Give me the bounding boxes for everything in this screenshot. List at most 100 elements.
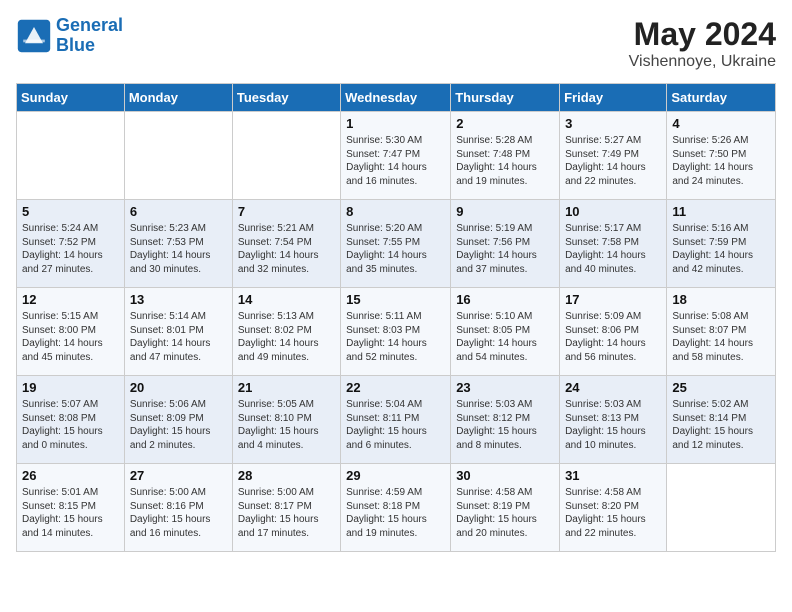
calendar-cell: 4 Sunrise: 5:26 AM Sunset: 7:50 PM Daylig… (667, 112, 776, 200)
calendar-cell: 28Sunrise: 5:00 AM Sunset: 8:17 PM Dayli… (232, 464, 340, 552)
logo-line1: General (56, 15, 123, 35)
cell-info: Sunrise: 5:19 AM Sunset: 7:56 PM Dayligh… (456, 222, 554, 276)
calendar-cell: 8 Sunrise: 5:20 AM Sunset: 7:55 PM Daylig… (341, 200, 451, 288)
calendar-table: SundayMondayTuesdayWednesdayThursdayFrid… (16, 83, 776, 552)
cell-info: Sunrise: 5:09 AM Sunset: 8:06 PM Dayligh… (565, 310, 661, 364)
calendar-cell: 14 Sunrise: 5:13 AM Sunset: 8:02 PM Dayli… (232, 288, 340, 376)
day-number: 14 (238, 292, 335, 307)
cell-info: Sunrise: 5:04 AM Sunset: 8:11 PM Dayligh… (346, 398, 445, 452)
calendar-cell: 19 Sunrise: 5:07 AM Sunset: 8:08 PM Dayli… (17, 376, 125, 464)
cell-info: Sunrise: 5:26 AM Sunset: 7:50 PM Dayligh… (672, 134, 770, 188)
logo: General Blue (16, 16, 123, 56)
day-number: 10 (565, 204, 661, 219)
calendar-cell: 13Sunrise: 5:14 AM Sunset: 8:01 PM Dayli… (124, 288, 232, 376)
calendar-week-row: 12 Sunrise: 5:15 AM Sunset: 8:00 PM Dayli… (17, 288, 776, 376)
calendar-cell: 20Sunrise: 5:06 AM Sunset: 8:09 PM Dayli… (124, 376, 232, 464)
day-number: 1 (346, 116, 445, 131)
calendar-week-row: 1 Sunrise: 5:30 AM Sunset: 7:47 PM Daylig… (17, 112, 776, 200)
calendar-cell: 9Sunrise: 5:19 AM Sunset: 7:56 PM Daylig… (451, 200, 560, 288)
cell-info: Sunrise: 5:28 AM Sunset: 7:48 PM Dayligh… (456, 134, 554, 188)
calendar-cell: 11Sunrise: 5:16 AM Sunset: 7:59 PM Dayli… (667, 200, 776, 288)
cell-info: Sunrise: 5:00 AM Sunset: 8:16 PM Dayligh… (130, 486, 227, 540)
day-number: 25 (672, 380, 770, 395)
cell-info: Sunrise: 5:30 AM Sunset: 7:47 PM Dayligh… (346, 134, 445, 188)
calendar-cell: 31 Sunrise: 4:58 AM Sunset: 8:20 PM Dayli… (560, 464, 667, 552)
cell-info: Sunrise: 5:07 AM Sunset: 8:08 PM Dayligh… (22, 398, 119, 452)
day-number: 4 (672, 116, 770, 131)
day-number: 21 (238, 380, 335, 395)
title-block: May 2024 Vishennoye, Ukraine (629, 16, 776, 71)
cell-info: Sunrise: 4:58 AM Sunset: 8:19 PM Dayligh… (456, 486, 554, 540)
calendar-cell: 17Sunrise: 5:09 AM Sunset: 8:06 PM Dayli… (560, 288, 667, 376)
day-number: 26 (22, 468, 119, 483)
cell-info: Sunrise: 5:15 AM Sunset: 8:00 PM Dayligh… (22, 310, 119, 364)
day-number: 12 (22, 292, 119, 307)
day-number: 3 (565, 116, 661, 131)
month-year: May 2024 (629, 16, 776, 53)
calendar-cell: 24Sunrise: 5:03 AM Sunset: 8:13 PM Dayli… (560, 376, 667, 464)
cell-info: Sunrise: 5:13 AM Sunset: 8:02 PM Dayligh… (238, 310, 335, 364)
calendar-cell (232, 112, 340, 200)
calendar-cell: 15 Sunrise: 5:11 AM Sunset: 8:03 PM Dayli… (341, 288, 451, 376)
calendar-week-row: 19 Sunrise: 5:07 AM Sunset: 8:08 PM Dayli… (17, 376, 776, 464)
day-number: 18 (672, 292, 770, 307)
cell-info: Sunrise: 5:03 AM Sunset: 8:13 PM Dayligh… (565, 398, 661, 452)
logo-text: General Blue (56, 16, 123, 56)
logo-icon (16, 18, 52, 54)
calendar-cell: 30 Sunrise: 4:58 AM Sunset: 8:19 PM Dayli… (451, 464, 560, 552)
cell-info: Sunrise: 5:20 AM Sunset: 7:55 PM Dayligh… (346, 222, 445, 276)
cell-info: Sunrise: 5:21 AM Sunset: 7:54 PM Dayligh… (238, 222, 335, 276)
day-number: 15 (346, 292, 445, 307)
weekday-header-sunday: Sunday (17, 84, 125, 112)
day-number: 5 (22, 204, 119, 219)
logo-line2: Blue (56, 35, 95, 55)
calendar-cell: 5 Sunrise: 5:24 AM Sunset: 7:52 PM Daylig… (17, 200, 125, 288)
weekday-header-monday: Monday (124, 84, 232, 112)
cell-info: Sunrise: 5:11 AM Sunset: 8:03 PM Dayligh… (346, 310, 445, 364)
cell-info: Sunrise: 4:58 AM Sunset: 8:20 PM Dayligh… (565, 486, 661, 540)
weekday-header-thursday: Thursday (451, 84, 560, 112)
day-number: 27 (130, 468, 227, 483)
cell-info: Sunrise: 5:27 AM Sunset: 7:49 PM Dayligh… (565, 134, 661, 188)
calendar-cell: 25 Sunrise: 5:02 AM Sunset: 8:14 PM Dayli… (667, 376, 776, 464)
calendar-cell (124, 112, 232, 200)
weekday-header-saturday: Saturday (667, 84, 776, 112)
day-number: 19 (22, 380, 119, 395)
calendar-cell: 23Sunrise: 5:03 AM Sunset: 8:12 PM Dayli… (451, 376, 560, 464)
weekday-header-friday: Friday (560, 84, 667, 112)
day-number: 7 (238, 204, 335, 219)
calendar-cell (667, 464, 776, 552)
weekday-header-tuesday: Tuesday (232, 84, 340, 112)
day-number: 6 (130, 204, 227, 219)
calendar-cell: 3 Sunrise: 5:27 AM Sunset: 7:49 PM Daylig… (560, 112, 667, 200)
day-number: 8 (346, 204, 445, 219)
cell-info: Sunrise: 5:10 AM Sunset: 8:05 PM Dayligh… (456, 310, 554, 364)
cell-info: Sunrise: 5:14 AM Sunset: 8:01 PM Dayligh… (130, 310, 227, 364)
calendar-cell: 29 Sunrise: 4:59 AM Sunset: 8:18 PM Dayli… (341, 464, 451, 552)
calendar-cell (17, 112, 125, 200)
cell-info: Sunrise: 5:05 AM Sunset: 8:10 PM Dayligh… (238, 398, 335, 452)
cell-info: Sunrise: 5:08 AM Sunset: 8:07 PM Dayligh… (672, 310, 770, 364)
calendar-week-row: 5 Sunrise: 5:24 AM Sunset: 7:52 PM Daylig… (17, 200, 776, 288)
calendar-cell: 18 Sunrise: 5:08 AM Sunset: 8:07 PM Dayli… (667, 288, 776, 376)
day-number: 2 (456, 116, 554, 131)
day-number: 22 (346, 380, 445, 395)
location: Vishennoye, Ukraine (629, 53, 776, 71)
calendar-cell: 7 Sunrise: 5:21 AM Sunset: 7:54 PM Daylig… (232, 200, 340, 288)
day-number: 20 (130, 380, 227, 395)
calendar-cell: 2 Sunrise: 5:28 AM Sunset: 7:48 PM Daylig… (451, 112, 560, 200)
cell-info: Sunrise: 5:23 AM Sunset: 7:53 PM Dayligh… (130, 222, 227, 276)
day-number: 29 (346, 468, 445, 483)
day-number: 30 (456, 468, 554, 483)
day-number: 31 (565, 468, 661, 483)
calendar-cell: 6 Sunrise: 5:23 AM Sunset: 7:53 PM Daylig… (124, 200, 232, 288)
cell-info: Sunrise: 5:01 AM Sunset: 8:15 PM Dayligh… (22, 486, 119, 540)
day-number: 11 (672, 204, 770, 219)
cell-info: Sunrise: 5:02 AM Sunset: 8:14 PM Dayligh… (672, 398, 770, 452)
calendar-cell: 16 Sunrise: 5:10 AM Sunset: 8:05 PM Dayli… (451, 288, 560, 376)
cell-info: Sunrise: 5:17 AM Sunset: 7:58 PM Dayligh… (565, 222, 661, 276)
day-number: 16 (456, 292, 554, 307)
cell-info: Sunrise: 4:59 AM Sunset: 8:18 PM Dayligh… (346, 486, 445, 540)
calendar-cell: 1 Sunrise: 5:30 AM Sunset: 7:47 PM Daylig… (341, 112, 451, 200)
cell-info: Sunrise: 5:24 AM Sunset: 7:52 PM Dayligh… (22, 222, 119, 276)
